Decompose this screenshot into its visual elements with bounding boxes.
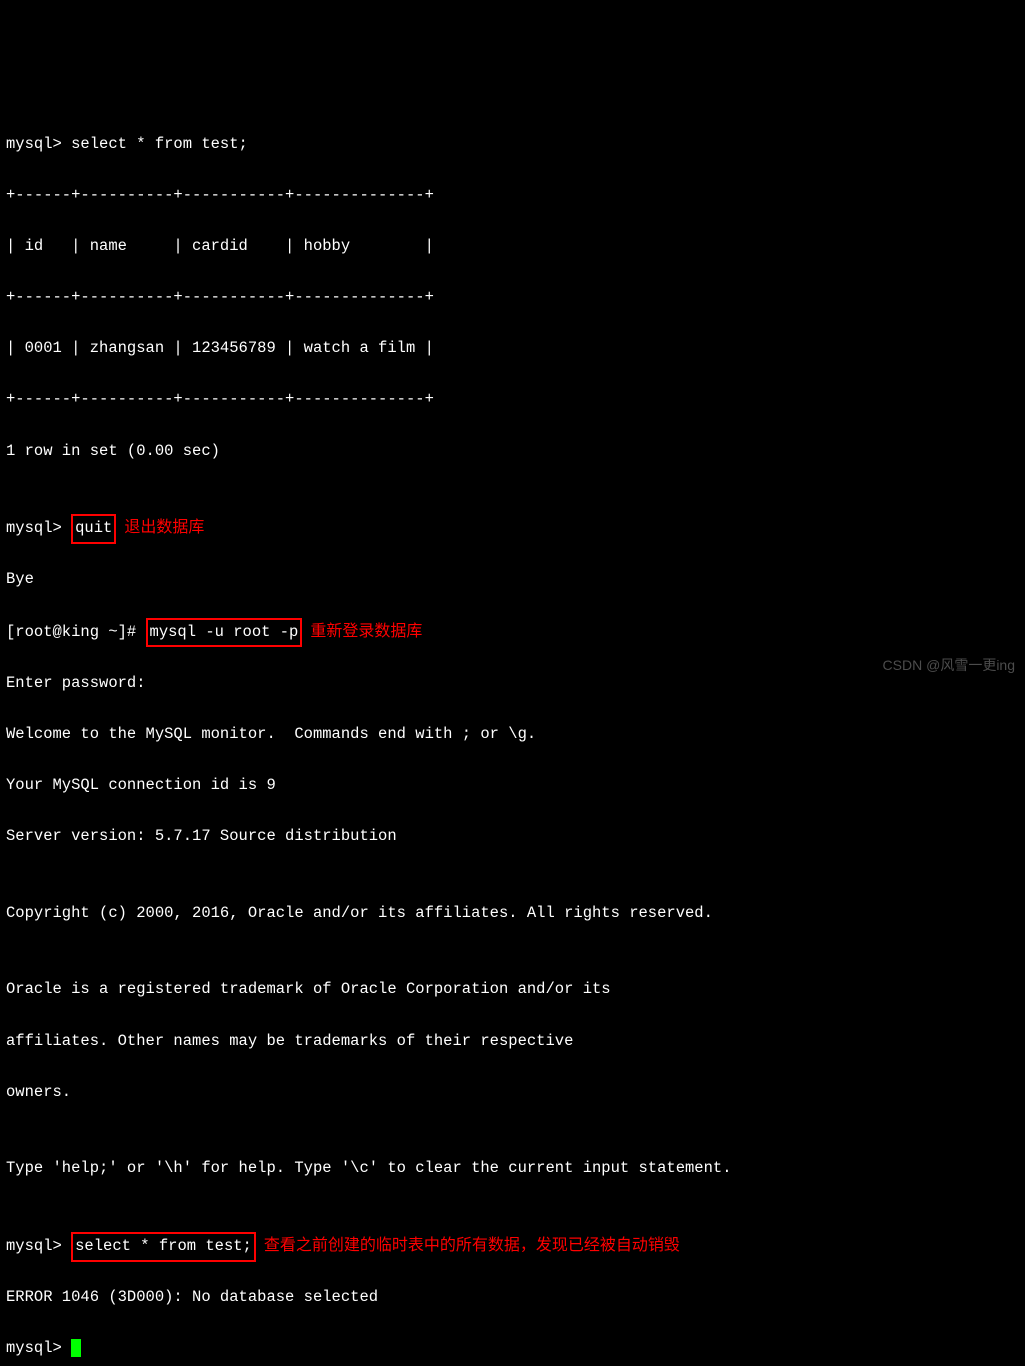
trademark-line-2: affiliates. Other names may be trademark… — [6, 1029, 1019, 1055]
shell-prompt: [root@king ~]# — [6, 623, 146, 641]
cursor-icon — [71, 1339, 81, 1357]
login-line: [root@king ~]# mysql -u root -p 重新登录数据库 — [6, 619, 1019, 646]
quit-line: mysql> quit 退出数据库 — [6, 515, 1019, 542]
mysql-prompt: mysql> — [6, 519, 71, 537]
select-annotation: 查看之前创建的临时表中的所有数据，发现已经被自动销毁 — [264, 1237, 680, 1254]
help-line: Type 'help;' or '\h' for help. Type '\c'… — [6, 1156, 1019, 1182]
result-summary: 1 row in set (0.00 sec) — [6, 439, 1019, 465]
select-again-line: mysql> select * from test; 查看之前创建的临时表中的所有… — [6, 1233, 1019, 1260]
terminal-output: mysql> select * from test; +------+-----… — [6, 106, 1019, 1366]
quit-annotation: 退出数据库 — [124, 519, 204, 536]
watermark-text: CSDN @风雪一更ing — [883, 654, 1015, 677]
error-line: ERROR 1046 (3D000): No database selected — [6, 1285, 1019, 1311]
password-prompt: Enter password: — [6, 671, 1019, 697]
login-annotation: 重新登录数据库 — [310, 623, 422, 640]
table-border: +------+----------+-----------+---------… — [6, 285, 1019, 311]
prompt-line[interactable]: mysql> — [6, 1336, 1019, 1362]
table-row: | 0001 | zhangsan | 123456789 | watch a … — [6, 336, 1019, 362]
table-border: +------+----------+-----------+---------… — [6, 183, 1019, 209]
mysql-login-box: mysql -u root -p — [146, 618, 303, 648]
quit-command-box: quit — [71, 514, 116, 544]
select-command-box: select * from test; — [71, 1232, 256, 1262]
bye-line: Bye — [6, 567, 1019, 593]
welcome-line: Welcome to the MySQL monitor. Commands e… — [6, 722, 1019, 748]
trademark-line-3: owners. — [6, 1080, 1019, 1106]
copyright-line: Copyright (c) 2000, 2016, Oracle and/or … — [6, 901, 1019, 927]
mysql-prompt: mysql> — [6, 1339, 71, 1357]
connection-id-line: Your MySQL connection id is 9 — [6, 773, 1019, 799]
mysql-prompt: mysql> — [6, 1237, 71, 1255]
server-version-line: Server version: 5.7.17 Source distributi… — [6, 824, 1019, 850]
trademark-line-1: Oracle is a registered trademark of Orac… — [6, 977, 1019, 1003]
table-header: | id | name | cardid | hobby | — [6, 234, 1019, 260]
sql-select-line: mysql> select * from test; — [6, 132, 1019, 158]
table-border: +------+----------+-----------+---------… — [6, 387, 1019, 413]
